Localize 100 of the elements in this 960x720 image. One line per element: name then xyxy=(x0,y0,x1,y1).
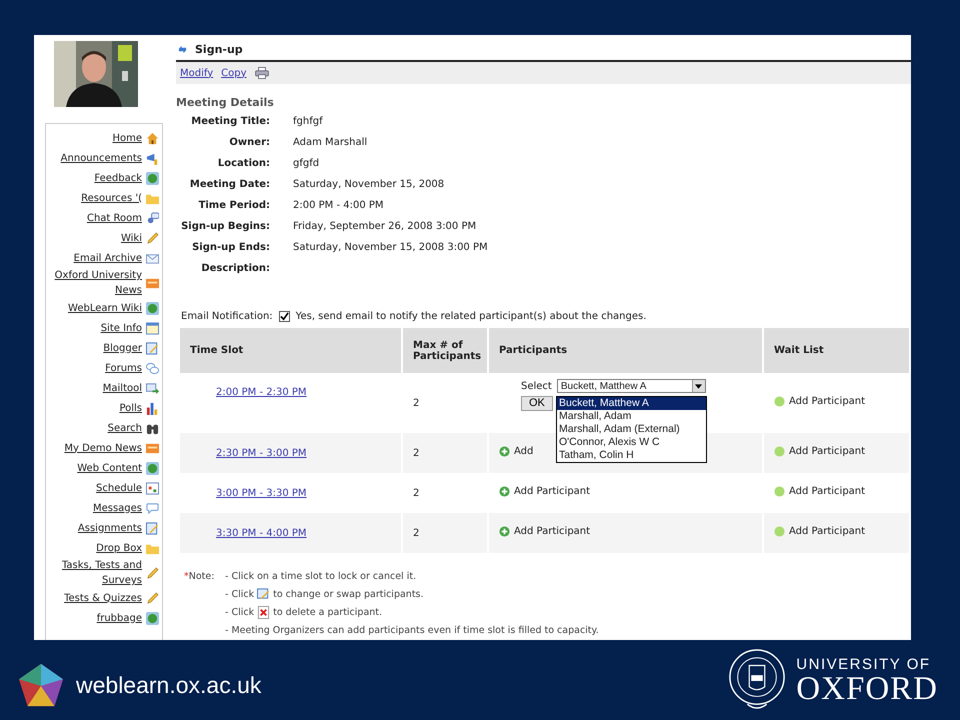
field-label: Sign-up Ends: xyxy=(191,241,270,255)
note-text: - Click xyxy=(225,588,254,600)
note-text: to change or swap participants. xyxy=(273,588,424,600)
refresh-arrows-icon[interactable] xyxy=(178,45,187,54)
nav-link[interactable]: Resources '( xyxy=(46,190,142,206)
add-participant-link[interactable]: Add Participant xyxy=(499,486,590,497)
circle-icon xyxy=(774,396,785,407)
nav-link[interactable]: Announcements xyxy=(46,150,142,166)
nav-link[interactable]: frubbage xyxy=(46,610,142,626)
time-slot-link[interactable]: 2:30 PM - 3:00 PM xyxy=(216,448,307,458)
checkbox-label: Yes, send email to notify the related participant(s) about the changes. xyxy=(296,311,646,322)
dropdown-option[interactable]: Marshall, Adam (External) xyxy=(557,423,706,436)
time-slot-link[interactable]: 2:00 PM - 2:30 PM xyxy=(216,387,307,398)
nav-link[interactable]: Blogger xyxy=(46,340,142,356)
nav-link[interactable]: Schedule xyxy=(46,480,142,496)
chat-icon xyxy=(146,212,159,224)
dropdown-option[interactable]: O'Connor, Alexis W C xyxy=(557,436,706,449)
edit-icon xyxy=(257,588,270,600)
field-label: Description: xyxy=(200,262,270,276)
nav-link[interactable]: WebLearn Wiki xyxy=(46,300,142,316)
field-label: Sign-up Begins: xyxy=(180,220,270,234)
nav-link[interactable]: Messages xyxy=(46,500,142,516)
dropdown-option[interactable]: Tatham, Colin H xyxy=(557,449,706,462)
nav-link[interactable]: Web Content xyxy=(46,460,142,476)
dropdown-option[interactable]: Marshall, Adam xyxy=(557,410,706,423)
site-address: weblearn.ox.ac.uk xyxy=(76,672,262,698)
nav-link[interactable]: Chat Room xyxy=(46,210,142,226)
note-text: - Meeting Organizers can add participants even if time slot is filled to capacity. xyxy=(225,624,599,636)
circle-icon xyxy=(774,446,785,457)
delete-icon xyxy=(257,606,270,618)
table-cell: 2 xyxy=(413,528,420,538)
time-slot-link[interactable]: 3:30 PM - 4:00 PM xyxy=(216,528,307,538)
nav-link[interactable]: Mailtool xyxy=(46,380,142,396)
pentagon-logo-icon xyxy=(18,662,64,708)
field-value: fghfgf xyxy=(293,115,324,129)
field-value: 2:00 PM - 4:00 PM xyxy=(293,199,385,213)
nav-link[interactable]: Home xyxy=(46,130,142,146)
speech-bubbles-icon xyxy=(146,362,159,374)
pencil-icon xyxy=(146,566,159,580)
field-value: Adam Marshall xyxy=(293,136,368,150)
field-label: Time Period: xyxy=(198,199,270,213)
nav-link[interactable]: Drop Box xyxy=(46,540,142,556)
nav-link[interactable]: Wiki xyxy=(46,230,142,246)
checkbox[interactable] xyxy=(278,311,290,322)
university-wordmark: UNIVERSITY OF xyxy=(796,656,932,672)
circle-icon xyxy=(774,526,785,537)
section-heading: Meeting Details xyxy=(176,96,275,109)
add-participant-link[interactable]: Add xyxy=(499,446,534,457)
field-label: Meeting Date: xyxy=(188,178,270,192)
nav-link[interactable]: Search xyxy=(46,420,142,436)
field-value: gfgfd xyxy=(293,157,320,171)
nav-link[interactable]: Feedback xyxy=(46,170,142,186)
bar-chart-icon xyxy=(146,402,159,414)
participant-select[interactable]: Buckett, Matthew A xyxy=(556,379,706,393)
newspaper-icon xyxy=(146,442,159,454)
select-label: Select xyxy=(521,380,552,392)
newspaper-icon xyxy=(146,276,159,290)
table-cell: 2 xyxy=(413,488,420,498)
plus-icon xyxy=(499,526,510,537)
required-mark: * xyxy=(184,570,189,582)
printer-icon[interactable] xyxy=(254,67,269,79)
plus-icon xyxy=(499,486,510,497)
nav-link[interactable]: Tests & Quizzes xyxy=(46,590,142,606)
add-participant-link[interactable]: Add Participant xyxy=(499,526,590,537)
nav-link[interactable]: Assignments xyxy=(46,520,142,536)
speech-bubble-icon xyxy=(146,502,159,514)
nav-link[interactable]: Tasks, Tests and Surveys xyxy=(46,558,142,588)
nav-link[interactable]: Site Info xyxy=(46,320,142,336)
toolbar-link[interactable]: Copy xyxy=(221,68,247,78)
pencil-icon xyxy=(146,232,159,244)
dropdown-option[interactable]: Buckett, Matthew A xyxy=(557,397,706,410)
table-cell: 2 xyxy=(413,448,420,458)
add-participant-link[interactable]: Add Participant xyxy=(774,396,866,407)
add-participant-link[interactable]: Add Participant xyxy=(774,446,866,457)
table-cell: 2 xyxy=(413,398,420,408)
page-title: Sign-up xyxy=(195,43,243,56)
nav-link[interactable]: Email Archive xyxy=(46,250,142,266)
field-value: Saturday, November 15, 2008 3:00 PM xyxy=(293,241,489,255)
field-value: Saturday, November 15, 2008 xyxy=(293,178,446,192)
note-label: Note: xyxy=(188,570,214,582)
field-value: Friday, September 26, 2008 3:00 PM xyxy=(293,220,478,234)
column-header: Time Slot xyxy=(180,328,402,373)
circle-icon xyxy=(774,486,785,497)
add-participant-link[interactable]: Add Participant xyxy=(774,486,866,497)
column-header: Participants xyxy=(488,328,763,373)
pencil-icon xyxy=(146,592,159,604)
toolbar-link[interactable]: Modify xyxy=(180,68,214,78)
nav-link[interactable]: Forums xyxy=(46,360,142,376)
nav-link[interactable]: Polls xyxy=(46,400,142,416)
notepad-icon xyxy=(146,342,159,354)
note-text: to delete a participant. xyxy=(273,606,382,618)
house-icon xyxy=(146,132,159,144)
add-participant-link[interactable]: Add Participant xyxy=(774,526,866,537)
time-slot-link[interactable]: 3:00 PM - 3:30 PM xyxy=(216,488,307,498)
ok-button[interactable]: OK xyxy=(521,396,553,411)
note-text: - Click xyxy=(225,606,254,618)
nav-link[interactable]: My Demo News xyxy=(46,440,142,456)
nav-link[interactable]: Oxford University News xyxy=(46,268,142,298)
notepad-icon xyxy=(146,522,159,534)
plus-icon xyxy=(499,446,510,457)
